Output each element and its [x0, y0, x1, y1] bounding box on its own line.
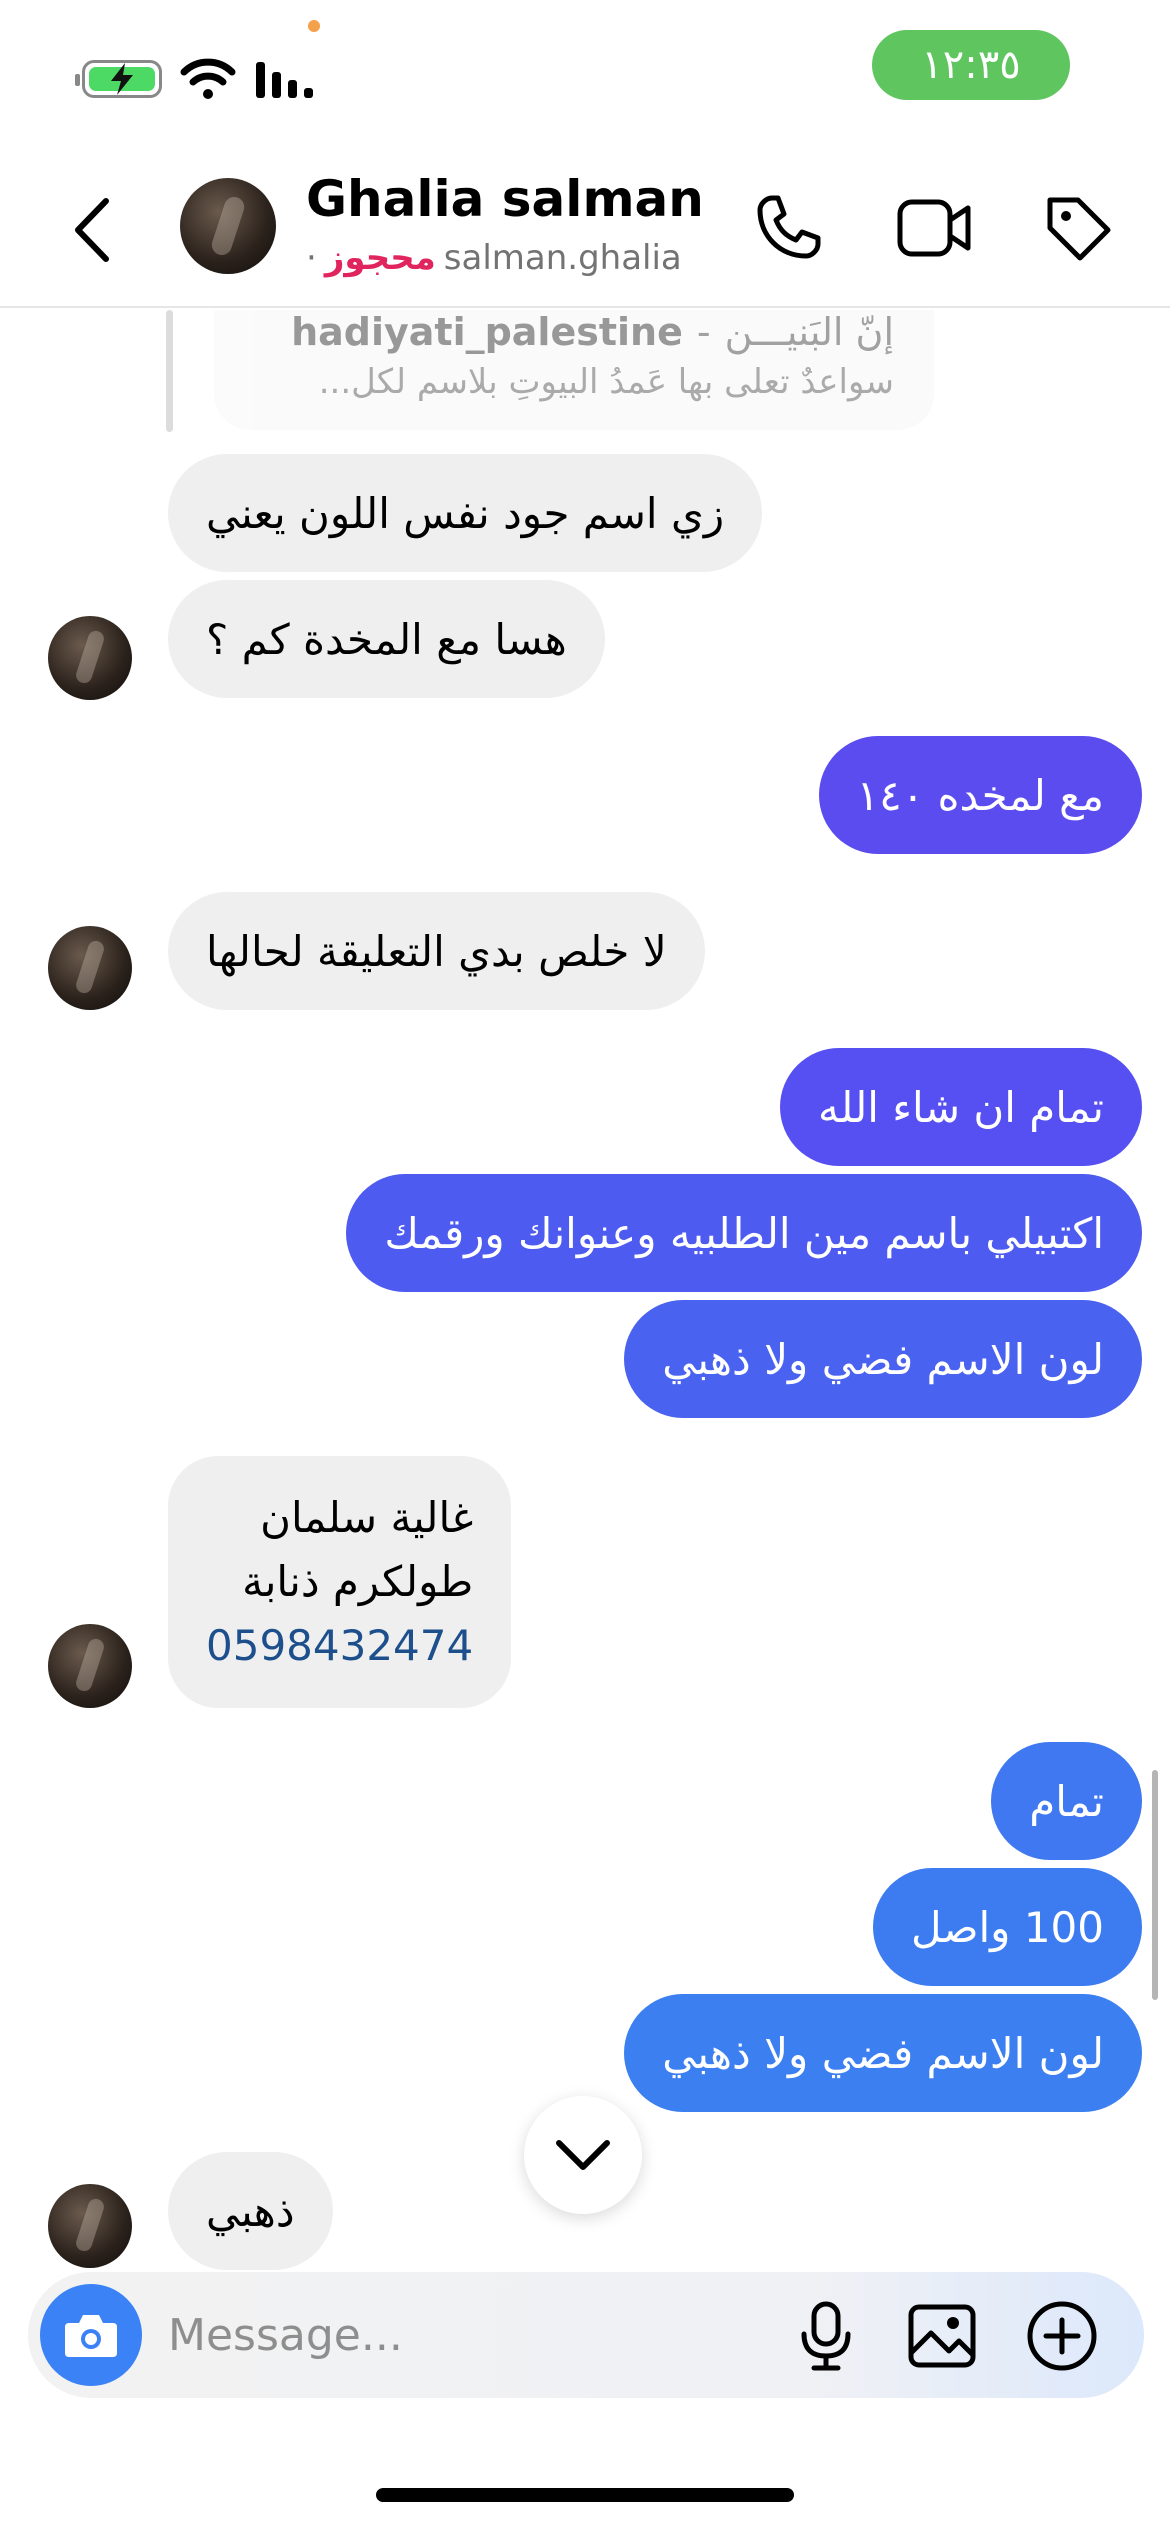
- message-bubble[interactable]: 100 واصل: [873, 1868, 1142, 1986]
- message-text: اكتبيلي باسم مين الطلبيه وعنوانك ورقمك: [384, 1208, 1104, 1258]
- message-text: لون الاسم فضي ولا ذهبي: [662, 2028, 1104, 2078]
- message-text: 100 واصل: [911, 1902, 1104, 1952]
- battery-icon: [75, 60, 162, 98]
- message-text-line: غالية سلمان: [260, 1493, 474, 1542]
- chevron-down-icon: [556, 2140, 610, 2170]
- plus-icon: [1027, 2301, 1097, 2371]
- home-indicator[interactable]: [376, 2488, 794, 2502]
- message-text: لا خلص بدي التعليقة لحالها: [206, 926, 667, 976]
- message-bubble[interactable]: لون الاسم فضي ولا ذهبي: [624, 1300, 1142, 1418]
- contact-subtitle: · محجوز salman.ghalia: [306, 238, 682, 278]
- tag-icon: [1047, 197, 1111, 261]
- clock: ١٢:٣٥: [872, 30, 1070, 100]
- separator-dot: ·: [306, 238, 317, 278]
- contact-name[interactable]: Ghalia salman: [306, 170, 704, 228]
- message-bubble[interactable]: ذهبي: [168, 2152, 333, 2270]
- avatar[interactable]: [180, 178, 276, 274]
- message-text: زي اسم جود نفس اللون يعني: [206, 488, 725, 538]
- microphone-icon: [801, 2301, 851, 2371]
- message-text: تمام ان شاء الله: [818, 1082, 1104, 1132]
- scrollbar[interactable]: [1152, 1770, 1158, 2000]
- message-bubble[interactable]: اكتبيلي باسم مين الطلبيه وعنوانك ورقمك: [346, 1174, 1142, 1292]
- message-composer: [28, 2272, 1144, 2398]
- scroll-to-bottom-button[interactable]: [524, 2096, 642, 2214]
- signal-icon: [256, 62, 313, 98]
- replied-post-preview[interactable]: hadiyati_palestine - إنّ البَنيـــن سواع…: [214, 310, 934, 430]
- voice-message-button[interactable]: [784, 2294, 868, 2378]
- privacy-indicator-dot: [308, 20, 320, 32]
- more-options-button[interactable]: [1020, 2294, 1104, 2378]
- replied-account: hadiyati_palestine: [291, 310, 683, 354]
- call-button[interactable]: [746, 186, 830, 270]
- message-bubble[interactable]: لون الاسم فضي ولا ذهبي: [624, 1994, 1142, 2112]
- message-bubble[interactable]: تمام ان شاء الله: [780, 1048, 1142, 1166]
- phone-number-link[interactable]: 0598432474: [206, 1614, 473, 1678]
- replied-separator: -: [696, 310, 711, 354]
- sender-avatar[interactable]: [48, 616, 132, 700]
- gallery-button[interactable]: [900, 2294, 984, 2378]
- message-bubble[interactable]: تمام: [991, 1742, 1142, 1860]
- gallery-icon: [908, 2304, 976, 2368]
- label-button[interactable]: [1036, 186, 1120, 270]
- video-call-button[interactable]: [892, 186, 976, 270]
- message-bubble[interactable]: مع لمخده ١٤٠: [818, 736, 1142, 854]
- message-thread[interactable]: hadiyati_palestine - إنّ البَنيـــن سواع…: [0, 310, 1170, 2270]
- contact-username: salman.ghalia: [443, 238, 682, 278]
- message-bubble[interactable]: هسا مع المخدة كم ؟: [168, 580, 605, 698]
- message-bubble[interactable]: زي اسم جود نفس اللون يعني: [168, 454, 763, 572]
- message-text: هسا مع المخدة كم ؟: [206, 614, 567, 664]
- status-bar: ١٢:٣٥: [0, 0, 1170, 150]
- replied-line2: سواعدٌ تعلى بها عَمدُ البيوتِ بلاسم لكل.…: [318, 362, 894, 402]
- reply-indicator: [166, 310, 173, 432]
- blocked-label: محجوز: [324, 238, 436, 278]
- replied-line1: إنّ البَنيـــن: [724, 310, 894, 354]
- message-text: تمام: [1029, 1776, 1104, 1826]
- sender-avatar[interactable]: [48, 926, 132, 1010]
- message-text: مع لمخده ١٤٠: [856, 770, 1104, 820]
- sender-avatar[interactable]: [48, 1624, 132, 1708]
- message-bubble[interactable]: لا خلص بدي التعليقة لحالها: [168, 892, 705, 1010]
- camera-button[interactable]: [40, 2284, 142, 2386]
- back-button[interactable]: [62, 190, 122, 270]
- message-text: لون الاسم فضي ولا ذهبي: [662, 1334, 1104, 1384]
- phone-icon: [757, 195, 821, 259]
- camera-icon: [65, 2315, 117, 2357]
- message-text-line: طولكرم ذنابة: [242, 1557, 474, 1606]
- message-text: ذهبي: [206, 2186, 295, 2236]
- chat-header: Ghalia salman · محجوز salman.ghalia: [0, 150, 1170, 308]
- message-bubble[interactable]: غالية سلمان طولكرم ذنابة 0598432474: [168, 1456, 512, 1708]
- back-icon: [75, 198, 109, 262]
- sender-avatar[interactable]: [48, 2184, 132, 2268]
- wifi-icon: [180, 58, 236, 99]
- video-icon: [897, 199, 971, 257]
- message-input[interactable]: [168, 2300, 768, 2370]
